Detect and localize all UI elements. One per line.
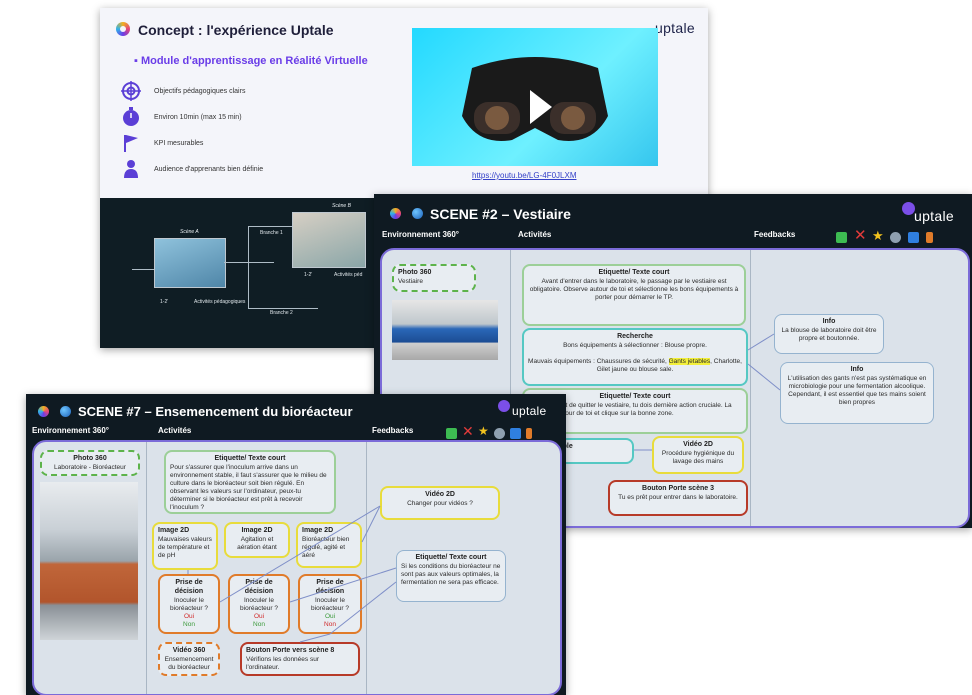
- col-header-feedbacks: Feedbacks: [754, 230, 796, 239]
- user-icon: [890, 232, 901, 243]
- scene-7-board: Photo 360 Laboratoire - Bioréacteur Etiq…: [32, 440, 562, 695]
- col-header-feedbacks: Feedbacks: [372, 426, 414, 435]
- media-icon: [908, 232, 919, 243]
- slide-scene-7: SCENE #7 – Ensemencement du bioréacteur …: [26, 394, 566, 695]
- globe-icon: [412, 208, 423, 219]
- door-icon: [526, 428, 532, 439]
- globe-icon: [60, 406, 71, 417]
- star-icon: ★: [872, 228, 884, 243]
- person-icon: [120, 158, 142, 180]
- star-icon: ★: [478, 424, 489, 438]
- cross-icon: ✕: [462, 423, 474, 439]
- col-header-activities: Activités: [158, 426, 192, 435]
- brand-logo: uptale: [914, 208, 954, 224]
- col-header-activities: Activités: [518, 230, 552, 239]
- timer-icon: [120, 106, 142, 128]
- scene-a-duration: 1-2': [160, 299, 169, 305]
- video-link[interactable]: https://youtu.be/LG-4F0JLXM: [472, 171, 577, 180]
- cross-icon: ✕: [854, 227, 867, 244]
- uptale-logo-icon: [38, 406, 49, 417]
- feature-item: KPI mesurables: [120, 132, 203, 154]
- flag-icon: [120, 132, 142, 154]
- scene-b-thumbnail[interactable]: [292, 212, 366, 268]
- target-icon: [120, 80, 142, 102]
- feature-label: KPI mesurables: [154, 139, 204, 147]
- scene-b-label: Scène B: [332, 203, 351, 209]
- brand-logo: uptale: [655, 20, 695, 36]
- user-icon: [494, 428, 505, 439]
- col-header-env: Environnement 360°: [382, 230, 459, 239]
- col-header-env: Environnement 360°: [32, 426, 109, 435]
- door-icon: [926, 232, 933, 243]
- branch2-label: Branche 2: [270, 310, 293, 316]
- scene-a-activities: Activités pédagogiques: [194, 299, 246, 305]
- feature-label: Audience d'apprenants bien définie: [154, 165, 264, 173]
- uptale-logo-icon: [390, 208, 401, 219]
- feature-item: Objectifs pédagogiques clairs: [120, 80, 245, 102]
- scene-b-activities: Activités péd: [334, 272, 363, 278]
- slide3-title: SCENE #7 – Ensemencement du bioréacteur: [78, 404, 353, 419]
- vr-headset-video-thumbnail[interactable]: [412, 28, 658, 166]
- media-icon: [510, 428, 521, 439]
- scene-a-label: Scène A: [180, 229, 199, 235]
- feature-label: Environ 10min (max 15 min): [154, 113, 242, 121]
- vr-headset-icon: [462, 57, 608, 141]
- scene-b-duration: 1-2': [304, 272, 313, 278]
- branch1-label: Branche 1: [260, 230, 283, 236]
- feature-item: Environ 10min (max 15 min): [120, 106, 242, 128]
- scene-a-thumbnail[interactable]: [154, 238, 226, 288]
- slide1-title: Concept : l'expérience Uptale: [138, 22, 334, 38]
- slide1-subtitle: ▪ Module d'apprentissage en Réalité Virt…: [134, 55, 368, 67]
- check-icon: [836, 232, 847, 243]
- slide2-title: SCENE #2 – Vestiaire: [430, 206, 571, 222]
- feature-label: Objectifs pédagogiques clairs: [154, 87, 246, 95]
- check-icon: [446, 428, 457, 439]
- brand-logo: uptale: [512, 404, 547, 418]
- connector-lines: [187, 505, 397, 643]
- feature-item: Audience d'apprenants bien définie: [120, 158, 263, 180]
